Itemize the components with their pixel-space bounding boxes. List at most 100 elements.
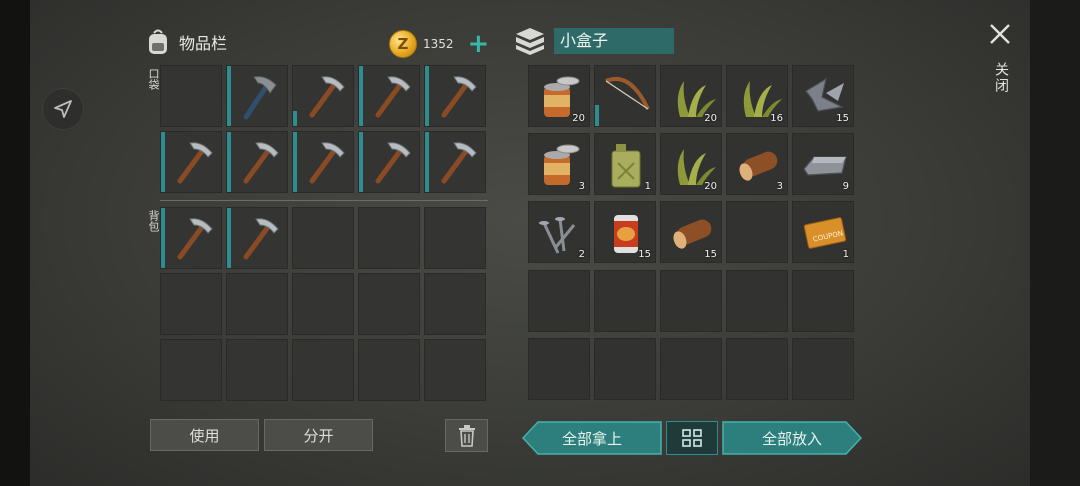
grid-layout-icon (682, 429, 702, 447)
durability-bar (359, 132, 363, 192)
pocket-slot[interactable] (160, 65, 222, 127)
box-slot[interactable]: 9 (792, 133, 854, 196)
durability-bar (227, 66, 231, 126)
box-slot[interactable]: 20 (660, 65, 722, 127)
box-grid: 20 20 16 15 3 1 20 3 9 2 15 15 COUPON 1 (528, 65, 854, 402)
box-slot[interactable] (528, 269, 590, 332)
pickaxe-icon (375, 142, 411, 184)
backpack-slot[interactable] (160, 339, 222, 401)
durability-bar (161, 208, 165, 268)
inventory-title: 物品栏 (179, 34, 228, 53)
add-coins-button[interactable]: + (468, 31, 490, 57)
backpack-slot[interactable] (424, 339, 486, 401)
pocket-slot[interactable] (358, 131, 420, 193)
box-slot[interactable] (726, 201, 788, 264)
pocket-slot[interactable] (226, 131, 288, 193)
item-quantity: 1 (842, 249, 849, 261)
backpack-slot[interactable] (226, 273, 288, 335)
use-button[interactable]: 使用 (150, 419, 259, 451)
layout-toggle-button[interactable] (666, 421, 718, 455)
durability-bar (595, 105, 599, 126)
item-quantity: 15 (836, 113, 849, 124)
box-slot[interactable]: 2 (528, 201, 590, 264)
bow-icon (605, 77, 650, 110)
coin-icon: Z (389, 30, 417, 58)
backpack-slot[interactable] (358, 207, 420, 269)
backpack-slot[interactable] (292, 273, 354, 335)
pickaxe-icon (309, 142, 345, 184)
backpack-slot[interactable] (292, 207, 354, 269)
backpack-slot[interactable] (358, 339, 420, 401)
durability-bar (293, 111, 297, 126)
box-slot[interactable] (594, 337, 656, 400)
backpack-slot[interactable] (160, 273, 222, 335)
screen-edge-right (1030, 0, 1080, 486)
item-quantity: 16 (770, 113, 783, 124)
pickaxe-icon (309, 76, 345, 118)
item-quantity: 15 (704, 249, 717, 261)
box-slot[interactable]: COUPON 1 (792, 201, 854, 264)
box-slot[interactable] (660, 269, 722, 332)
box-slot[interactable]: 15 (594, 201, 656, 264)
navigation-button[interactable] (42, 88, 84, 130)
box-slot[interactable] (594, 269, 656, 332)
durability-bar (359, 66, 363, 126)
durability-bar (161, 132, 165, 192)
close-button[interactable] (988, 22, 1012, 50)
pocket-slot[interactable] (292, 65, 354, 127)
backpack-slot[interactable] (292, 339, 354, 401)
durability-bar (425, 132, 429, 192)
pocket-slot[interactable] (160, 131, 222, 193)
backpack-icon (149, 29, 167, 54)
pocket-slot[interactable] (226, 65, 288, 127)
inventory-header: 物品栏 (143, 28, 227, 56)
box-slot[interactable] (792, 337, 854, 400)
backpack-slot[interactable] (424, 273, 486, 335)
item-quantity: 3 (578, 181, 585, 193)
pocket-slot[interactable] (424, 65, 486, 127)
item-quantity: 20 (704, 113, 717, 124)
split-button[interactable]: 分开 (264, 419, 373, 451)
backpack-slot[interactable] (424, 207, 486, 269)
backpack-slot[interactable] (226, 207, 288, 269)
box-slot[interactable]: 20 (660, 133, 722, 196)
box-slot[interactable] (726, 337, 788, 400)
box-icon (516, 28, 544, 55)
pickaxe-icon (243, 142, 279, 184)
box-slot[interactable]: 15 (792, 65, 854, 127)
coin-balance: Z 1352 + (389, 30, 489, 58)
put-all-button[interactable]: 全部放入 (722, 421, 862, 455)
item-quantity: 1 (644, 181, 651, 193)
item-quantity: 9 (842, 181, 849, 193)
box-slot[interactable] (528, 337, 590, 400)
item-quantity: 15 (638, 249, 651, 261)
close-label: 关闭 (993, 62, 1009, 94)
navigation-arrow-icon (54, 100, 72, 118)
item-quantity: 20 (572, 113, 585, 124)
box-slot[interactable]: 3 (726, 133, 788, 196)
box-slot[interactable]: 1 (594, 133, 656, 196)
pocket-slot[interactable] (358, 65, 420, 127)
box-slot[interactable] (594, 65, 656, 127)
box-name-field[interactable]: 小盒子 (554, 28, 674, 54)
backpack-slot[interactable] (160, 207, 222, 269)
close-icon (990, 24, 1010, 44)
pocket-slot[interactable] (424, 131, 486, 193)
backpack-slot[interactable] (226, 339, 288, 401)
box-slot[interactable]: 15 (660, 201, 722, 264)
box-slot[interactable]: 16 (726, 65, 788, 127)
box-slot[interactable] (726, 269, 788, 332)
durability-bar (227, 132, 231, 192)
box-slot[interactable]: 3 (528, 133, 590, 196)
pocket-slot[interactable] (292, 131, 354, 193)
durability-bar (425, 66, 429, 126)
stone-pickaxe-icon (243, 76, 277, 120)
screen-edge-left (0, 0, 30, 486)
trash-button[interactable] (445, 419, 488, 452)
box-slot[interactable]: 20 (528, 65, 590, 127)
pocket-grid (160, 65, 486, 193)
box-slot[interactable] (660, 337, 722, 400)
take-all-button[interactable]: 全部拿上 (522, 421, 662, 455)
backpack-slot[interactable] (358, 273, 420, 335)
box-slot[interactable] (792, 269, 854, 332)
